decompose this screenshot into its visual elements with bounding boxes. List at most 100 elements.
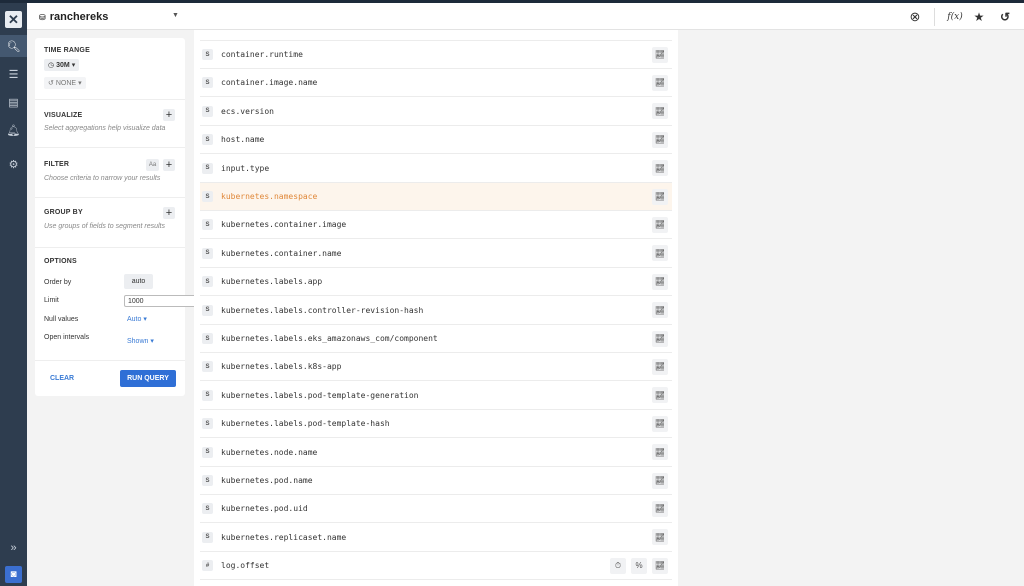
field-name[interactable]: kubernetes.labels.k8s-app (221, 362, 341, 371)
list-item[interactable]: Skubernetes.container.name 📈︎ (200, 240, 672, 268)
visualize-field-button[interactable]: 📈︎ (652, 160, 668, 177)
field-name[interactable]: kubernetes.replicaset.name (221, 533, 346, 542)
field-type-badge: S (202, 77, 213, 89)
function-icon: f(x) (947, 12, 963, 22)
case-sensitivity-toggle[interactable]: Aa (146, 159, 159, 171)
query-history-button[interactable]: ↺ (997, 9, 1013, 25)
field-name[interactable]: kubernetes.container.image (221, 220, 346, 229)
list-item[interactable]: Skubernetes.replicaset.name 📈︎ (200, 524, 672, 552)
save-query-button[interactable]: ★ (971, 9, 987, 25)
visualize-field-button[interactable]: 📈︎ (652, 74, 668, 91)
visualize-field-button[interactable]: 📈︎ (652, 472, 668, 489)
visualize-field-button[interactable]: 📈︎ (652, 188, 668, 205)
field-name[interactable]: host.name (221, 135, 264, 144)
expand-sidebar-button[interactable]: » (0, 537, 27, 559)
null-values-label: Null values (44, 316, 79, 323)
list-item[interactable]: Skubernetes.labels.pod-template-hash 📈︎ (200, 410, 672, 439)
visualize-field-button[interactable]: 📈︎ (652, 330, 668, 347)
nav-queries-list[interactable]: ☰ (0, 63, 27, 85)
list-item[interactable]: Scontainer.image.name 📈︎ (200, 69, 672, 98)
app-logo-icon[interactable]: ✕ (5, 11, 22, 28)
null-values-dropdown[interactable]: Auto ▾ (127, 315, 147, 324)
visualize-field-button[interactable]: 📈︎ (652, 557, 668, 574)
visualize-field-button[interactable]: 📈︎ (652, 529, 668, 546)
time-range-section: TIME RANGE ◷ 30M ▾ ↺ NONE ▾ (35, 38, 185, 100)
field-name[interactable]: kubernetes.labels.controller-revision-ha… (221, 306, 423, 315)
field-name[interactable]: kubernetes.node.name (221, 448, 317, 457)
visualize-field-button[interactable]: 📈︎ (652, 131, 668, 148)
list-item[interactable]: Skubernetes.labels.pod-template-generati… (200, 382, 672, 410)
visualize-field-button[interactable]: 📈︎ (652, 46, 668, 63)
field-name[interactable]: container.image.name (221, 78, 317, 87)
visualize-field-button[interactable]: 📈︎ (652, 302, 668, 319)
list-item[interactable]: Sinput.type 📈︎ (200, 155, 672, 183)
calculated-fields-button[interactable]: f(x) (945, 9, 965, 25)
nav-boards[interactable]: ▤ (0, 91, 27, 113)
options-section: OPTIONS Order by auto Limit Null values … (35, 248, 205, 361)
run-query-button[interactable]: RUN QUERY (120, 370, 176, 387)
dataset-selector[interactable]: ⛁ ranchereks (39, 11, 108, 23)
list-item[interactable]: # log.offset ⏱︎% 📈︎ (200, 552, 672, 581)
user-avatar[interactable]: ◙ (5, 566, 22, 583)
visualize-field-button[interactable]: 📈︎ (652, 245, 668, 262)
field-name[interactable]: ecs.version (221, 107, 274, 116)
list-item[interactable]: Skubernetes.labels.app 📈︎ (200, 268, 672, 297)
visualize-field-button[interactable]: 📈︎ (652, 500, 668, 517)
nav-triggers[interactable]: 🔔︎ (0, 119, 27, 141)
nav-settings[interactable]: ⚙ (0, 153, 27, 175)
list-item[interactable]: Skubernetes.labels.k8s-app 📈︎ (200, 353, 672, 382)
nav-rail: ✕ 🔍︎ ☰ ▤ 🔔︎ ⚙ » ◙ (0, 3, 27, 586)
field-name[interactable]: kubernetes.labels.pod-template-hash (221, 419, 390, 428)
filter-hint: Choose criteria to narrow your results (44, 175, 161, 182)
visualize-field-button[interactable]: 📈︎ (652, 216, 668, 233)
list-item[interactable]: Skubernetes.namespace 📈︎ (200, 183, 672, 211)
percentile-button[interactable]: % (631, 557, 647, 574)
field-type-badge: S (202, 446, 213, 458)
field-name[interactable]: log.offset (221, 561, 269, 570)
null-values-value: Auto (127, 315, 142, 323)
field-name[interactable]: container.runtime (221, 50, 303, 59)
close-circle-button[interactable]: ⊗ (907, 9, 923, 25)
visualize-field-button[interactable]: 📈︎ (652, 273, 668, 290)
visualize-field-button[interactable]: 📈︎ (652, 415, 668, 432)
list-item[interactable]: Scontainer.runtime 📈︎ (200, 41, 672, 69)
time-range-dropdown[interactable]: ◷ 30M ▾ (44, 59, 80, 71)
field-name[interactable]: kubernetes.pod.name (221, 476, 313, 485)
add-filter-button[interactable]: + (163, 159, 175, 171)
list-item[interactable]: Skubernetes.pod.name 📈︎ (200, 467, 672, 495)
clear-button[interactable]: CLEAR (50, 375, 74, 382)
list-item[interactable]: Shost.name 📈︎ (200, 126, 672, 155)
add-visualize-button[interactable]: + (163, 109, 175, 121)
field-name[interactable]: kubernetes.labels.eks_amazonaws_com/comp… (221, 334, 438, 343)
field-name[interactable]: kubernetes.pod.uid (221, 504, 308, 513)
chevron-down-icon[interactable]: ▼ (172, 12, 179, 19)
list-item[interactable]: Skubernetes.container.image 📈︎ (200, 211, 672, 240)
list-item[interactable]: Skubernetes.labels.eks_amazonaws_com/com… (200, 325, 672, 353)
heatmap-button[interactable]: ⏱︎ (610, 557, 626, 574)
field-name[interactable]: kubernetes.labels.pod-template-generatio… (221, 391, 418, 400)
results-area (678, 30, 1024, 586)
visualize-field-button[interactable]: 📈︎ (652, 103, 668, 120)
compare-range-dropdown[interactable]: ↺ NONE ▾ (44, 77, 86, 89)
field-type-badge: S (202, 418, 213, 430)
list-item[interactable]: Skubernetes.pod.uid 📈︎ (200, 495, 672, 524)
list-item[interactable]: Secs.version 📈︎ (200, 98, 672, 126)
field-name[interactable]: kubernetes.labels.app (221, 277, 322, 286)
nav-query-builder[interactable]: 🔍︎ (0, 35, 27, 57)
chart-icon: 📈︎ (654, 220, 666, 230)
field-name[interactable]: kubernetes.container.name (221, 249, 341, 258)
limit-input[interactable] (124, 295, 205, 307)
list-item[interactable]: Skubernetes.labels.controller-revision-h… (200, 297, 672, 325)
chevron-down-icon: ▾ (143, 316, 147, 323)
field-name[interactable]: kubernetes.namespace (221, 192, 317, 201)
open-intervals-dropdown[interactable]: Shown ▾ (127, 337, 154, 346)
order-by-button[interactable]: auto (124, 274, 153, 289)
chart-icon: 📈︎ (654, 50, 666, 59)
list-item[interactable]: Skubernetes.node.name 📈︎ (200, 439, 672, 467)
visualize-field-button[interactable]: 📈︎ (652, 387, 668, 404)
field-name[interactable]: input.type (221, 164, 269, 173)
chart-icon: 📈︎ (654, 504, 666, 514)
visualize-field-button[interactable]: 📈︎ (652, 444, 668, 461)
visualize-field-button[interactable]: 📈︎ (652, 358, 668, 375)
add-group-by-button[interactable]: + (163, 207, 175, 219)
